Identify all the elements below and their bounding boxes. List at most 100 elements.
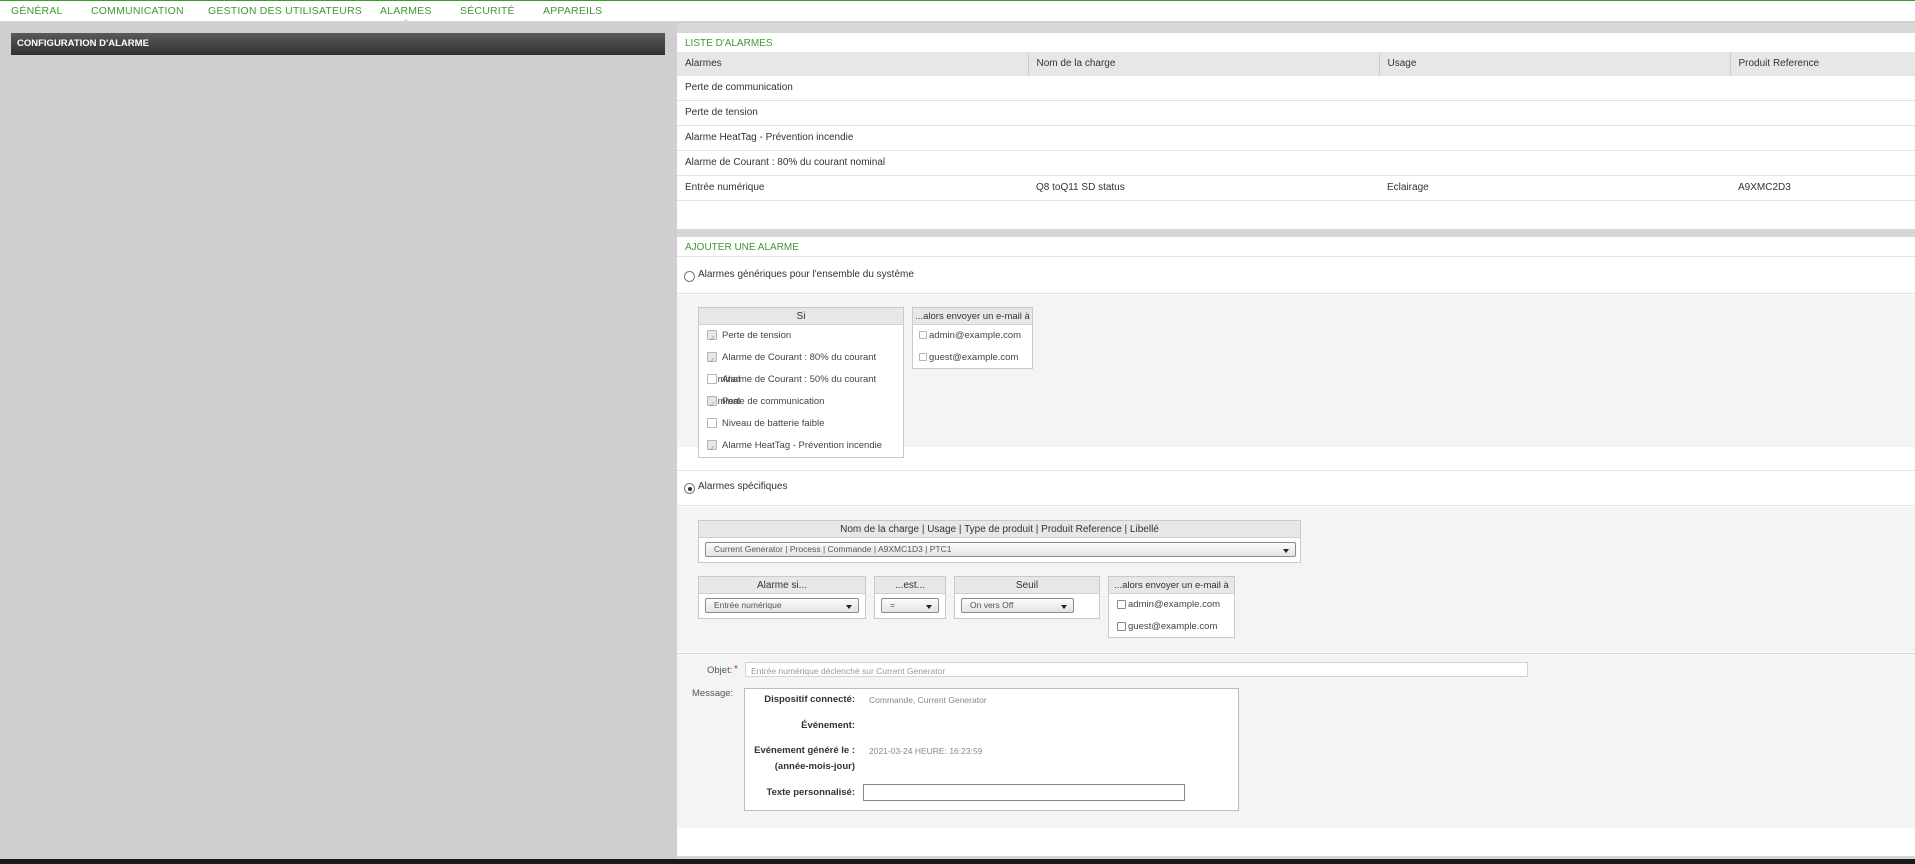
alarm-list-section: LISTE D'ALARMES Alarmes Nom de la charge…: [677, 33, 1915, 229]
table-row-empty: [677, 199, 1915, 225]
threshold-header: Seuil: [955, 577, 1099, 594]
cell-reference: [1730, 74, 1915, 100]
is-box: ...est... =: [874, 576, 946, 619]
si-checkbox[interactable]: [707, 394, 717, 416]
si-item: Perte de tension: [699, 325, 903, 350]
device-value: Commande, Current Generator: [869, 695, 987, 705]
message-box: Dispositif connecté: Commande, Current G…: [744, 688, 1239, 811]
email-checkbox[interactable]: [919, 353, 927, 362]
generated-label-2: (année-mois-jour): [774, 761, 855, 772]
cell-reference: [1730, 149, 1915, 175]
specific-alarms-row: Alarmes spécifiques: [677, 470, 1915, 506]
cell-load: [1028, 74, 1379, 100]
threshold-select[interactable]: On vers Off: [961, 598, 1074, 613]
required-mark: *: [734, 664, 738, 675]
load-selector-box: Nom de la charge | Usage | Type de produ…: [698, 520, 1301, 563]
cell-alarm: Alarme de Courant : 80% du courant nomin…: [677, 149, 1028, 175]
cell-usage: [1379, 149, 1730, 175]
specific-alarms-radio[interactable]: [684, 483, 695, 494]
email-item: guest@example.com: [1109, 616, 1234, 638]
threshold-box: Seuil On vers Off: [954, 576, 1100, 619]
specific-email-header: ...alors envoyer un e-mail à: [1109, 577, 1234, 594]
alarm-if-header: Alarme si...: [699, 577, 865, 594]
device-label: Dispositif connecté:: [764, 694, 855, 705]
si-checkbox[interactable]: [707, 374, 717, 385]
tab-devices[interactable]: APPAREILS: [543, 5, 602, 17]
table-row[interactable]: Entrée numérique Q8 toQ11 SD status Ecla…: [677, 174, 1915, 200]
si-checkbox[interactable]: [707, 350, 717, 372]
generic-email-box: ...alors envoyer un e-mail à admin@examp…: [912, 307, 1033, 369]
cell-alarm: Alarme HeatTag - Prévention incendie: [677, 124, 1028, 150]
tab-security[interactable]: SÉCURITÉ: [460, 5, 515, 17]
alarm-if-select[interactable]: Entrée numérique: [705, 598, 859, 613]
object-label: Objet:: [707, 665, 733, 676]
cell-alarm: Entrée numérique: [677, 174, 1028, 200]
si-checkbox[interactable]: [707, 328, 717, 350]
alarm-if-box: Alarme si... Entrée numérique: [698, 576, 866, 619]
cell-alarm: Perte de communication: [677, 74, 1028, 100]
alarm-list-title: LISTE D'ALARMES: [677, 33, 1915, 53]
cell-usage: [1379, 74, 1730, 100]
specific-alarms-band: Nom de la charge | Usage | Type de produ…: [677, 507, 1915, 652]
event-label: Événement:: [801, 720, 855, 731]
si-item: Niveau de batterie faible: [699, 413, 903, 435]
cell-reference: A9XMC2D3: [1730, 174, 1915, 200]
si-item: Alarme de Courant : 50% du courant nomin…: [699, 369, 903, 407]
si-box: Si Perte de tension Alarme de Courant : …: [698, 307, 904, 460]
load-select-value: Current Generator | Process | Commande |…: [714, 544, 952, 554]
si-item: Perte de communication: [699, 391, 903, 416]
si-checkbox[interactable]: [707, 438, 717, 460]
taskbar-strip: [0, 859, 1915, 864]
cell-usage: [1379, 99, 1730, 125]
table-row[interactable]: Perte de communication: [677, 74, 1915, 100]
load-select[interactable]: Current Generator | Process | Commande |…: [705, 542, 1296, 557]
left-panel: CONFIGURATION D'ALARME: [0, 23, 677, 861]
si-item-label: Niveau de batterie faible: [722, 418, 825, 429]
add-alarm-title: AJOUTER UNE ALARME: [677, 237, 1915, 257]
generic-alarms-radio[interactable]: [684, 271, 695, 282]
table-row[interactable]: Alarme HeatTag - Prévention incendie: [677, 124, 1915, 150]
alarm-table-header: Alarmes Nom de la charge Usage Produit R…: [677, 53, 1915, 75]
tab-alarms[interactable]: ALARMES: [380, 5, 432, 17]
custom-text-input[interactable]: [863, 784, 1185, 801]
object-value: Entrée numérique déclenché sur Current G…: [751, 666, 946, 676]
si-checkbox[interactable]: [707, 418, 717, 429]
email-label: guest@example.com: [929, 352, 1019, 363]
email-checkbox[interactable]: [1117, 621, 1126, 631]
load-selector-header: Nom de la charge | Usage | Type de produ…: [699, 521, 1300, 538]
is-header: ...est...: [875, 577, 945, 594]
tab-general[interactable]: GÉNÉRAL: [11, 5, 63, 17]
si-item-label: Perte de communication: [722, 396, 825, 407]
si-item-label: Alarme HeatTag - Prévention incendie: [722, 440, 883, 451]
cell-reference: [1730, 99, 1915, 125]
tab-user-management[interactable]: GESTION DES UTILISATEURS: [208, 5, 362, 17]
specific-email-box: ...alors envoyer un e-mail à admin@examp…: [1108, 576, 1235, 638]
message-band: Objet: * Entrée numérique déclenché sur …: [677, 653, 1915, 846]
top-nav: GÉNÉRAL COMMUNICATION GESTION DES UTILIS…: [0, 0, 1915, 22]
col-usage[interactable]: Usage: [1379, 53, 1731, 75]
alarm-config-header[interactable]: CONFIGURATION D'ALARME: [11, 33, 665, 55]
si-item-label: Perte de tension: [722, 330, 792, 341]
table-row[interactable]: Perte de tension: [677, 99, 1915, 125]
col-alarms[interactable]: Alarmes: [677, 53, 1029, 75]
generated-label-1: Evénement généré le :: [754, 745, 855, 756]
table-row[interactable]: Alarme de Courant : 80% du courant nomin…: [677, 149, 1915, 175]
chevron-down-icon: [1283, 549, 1289, 553]
email-item: admin@example.com: [1109, 594, 1234, 616]
chevron-down-icon: [846, 605, 852, 609]
is-value: =: [890, 600, 895, 610]
col-product-reference[interactable]: Produit Reference: [1730, 53, 1915, 75]
col-load-name[interactable]: Nom de la charge: [1028, 53, 1380, 75]
email-checkbox[interactable]: [1117, 599, 1126, 609]
object-input[interactable]: Entrée numérique déclenché sur Current G…: [745, 662, 1528, 677]
email-label: admin@example.com: [1128, 599, 1221, 610]
cell-usage: [1379, 124, 1730, 150]
cell-load: [1028, 149, 1379, 175]
email-checkbox[interactable]: [919, 331, 927, 340]
message-label: Message:: [692, 688, 734, 699]
is-select[interactable]: =: [881, 598, 939, 613]
right-panel: LISTE D'ALARMES Alarmes Nom de la charge…: [677, 23, 1915, 861]
generic-alarms-row: Alarmes génériques pour l'ensemble du sy…: [677, 258, 1915, 294]
cell-reference: [1730, 124, 1915, 150]
tab-communication[interactable]: COMMUNICATION: [91, 5, 184, 17]
